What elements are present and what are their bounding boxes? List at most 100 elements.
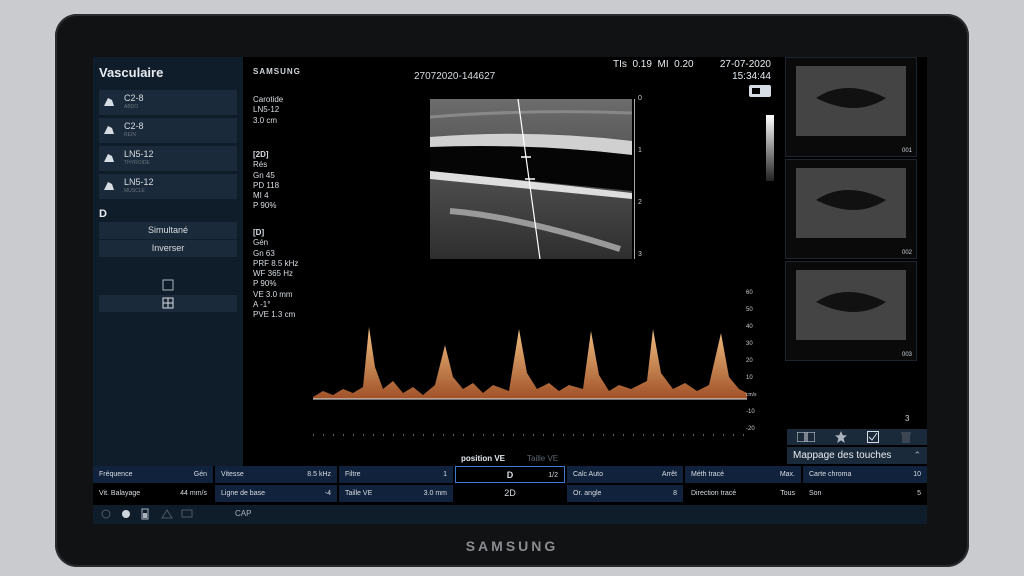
velocity-tick: -10: [746, 409, 755, 415]
star-icon[interactable]: [835, 431, 847, 443]
thumbnail[interactable]: 003: [785, 261, 917, 361]
control-label: Calc Auto: [573, 471, 603, 478]
param-line: PRF 8.5 kHz: [253, 258, 299, 268]
probe-preset: ABDO: [124, 104, 139, 110]
velocity-tick: -20: [746, 426, 755, 432]
speed-control[interactable]: Vitesse 8.5 kHz: [215, 466, 337, 483]
control-label: 2D: [504, 488, 516, 498]
depth-tick: 0: [638, 95, 642, 102]
control-label: Vit. Balayage: [99, 490, 141, 497]
control-label: D: [506, 470, 514, 480]
tab-sample-position[interactable]: position VE: [461, 454, 505, 463]
sweep-speed-control[interactable]: Vit. Balayage 44 mm/s: [93, 485, 213, 502]
control-value: Gén: [193, 471, 207, 478]
ultrasound-screen: Vasculaire C2-8 ABDO C2-8 REIN LN5-12 TH…: [93, 57, 927, 524]
angle-control[interactable]: Or. angle 8: [567, 485, 683, 502]
bmode-image[interactable]: [430, 99, 632, 259]
velocity-tick: 10: [746, 375, 753, 381]
control-value: Tous: [780, 490, 795, 497]
mi-label: MI: [657, 59, 669, 70]
thumbnail-number: 002: [901, 250, 912, 256]
control-value: 8.5 kHz: [307, 471, 331, 478]
param-line: PVE 1.3 cm: [253, 310, 296, 320]
depth-tick: 1: [638, 147, 642, 154]
thermal-index: TIs 0.19 MI 0.20: [613, 59, 694, 70]
simultaneous-button[interactable]: Simultané: [99, 222, 237, 239]
key-mapping-label: Mappage des touches: [793, 450, 892, 461]
tis-label: TIs: [613, 59, 627, 70]
probe-icon: [104, 182, 114, 190]
thumbnail-number: 001: [901, 148, 912, 154]
probe-item[interactable]: LN5-12 MUSCLE: [99, 174, 237, 199]
velocity-tick: 60: [746, 290, 753, 296]
compare-icon[interactable]: [797, 432, 815, 442]
cap-label: CAP: [235, 509, 252, 518]
study-id: 27072020-144627: [414, 71, 496, 82]
probe-icon: [104, 98, 114, 106]
usb-icon: [101, 509, 111, 519]
baseline-control[interactable]: Ligne de base -4: [215, 485, 337, 502]
thumbnail[interactable]: 001: [785, 57, 917, 157]
key-mapping[interactable]: Mappage des touches ⌃: [787, 447, 927, 464]
probe-name: C2-8: [124, 121, 144, 131]
control-label: Taille VE: [345, 490, 373, 497]
control-label: Direction tracé: [691, 490, 737, 497]
velocity-tick: 20: [746, 358, 753, 364]
probe-name: C2-8: [124, 93, 144, 103]
single-layout-button[interactable]: [99, 277, 237, 294]
param-line: Gn 63: [253, 248, 275, 258]
probe-preset: REIN: [124, 132, 136, 138]
thumbnail[interactable]: 002: [785, 159, 917, 259]
sound-control[interactable]: Son 5: [803, 485, 927, 502]
depth-tick: 3: [638, 251, 642, 258]
control-value: 3.0 mm: [423, 490, 447, 497]
depth-scale: 0 1 2 3: [634, 95, 647, 259]
control-label: Carte chroma: [809, 471, 852, 478]
control-value: 8: [673, 490, 677, 497]
thumbnail-toolbar: [787, 429, 927, 445]
date-text: 27-07-2020: [719, 59, 771, 70]
probe-preset: MUSCLE: [124, 188, 145, 194]
quad-layout-button[interactable]: [99, 295, 237, 312]
frequency-control[interactable]: Fréquence Gén: [93, 466, 213, 483]
auto-calc-control[interactable]: Calc Auto Arrêt: [567, 466, 683, 483]
mode-2d-control[interactable]: 2D: [455, 485, 565, 502]
probe-name: LN5-12: [124, 177, 154, 187]
exam-line: LN5-12: [253, 105, 280, 115]
exam-line: 3.0 cm: [253, 115, 278, 125]
invert-button[interactable]: Inverser: [99, 240, 237, 257]
tis-value: 0.19: [632, 59, 652, 70]
trace-method-control[interactable]: Méth tracé Max.: [685, 466, 801, 483]
trash-icon[interactable]: [901, 431, 911, 443]
trace-direction-control[interactable]: Direction tracé Tous: [685, 485, 801, 502]
tab-sample-size[interactable]: Taille VE: [527, 454, 558, 463]
battery-status-icon: [141, 508, 149, 520]
sample-size-control[interactable]: Taille VE 3.0 mm: [339, 485, 453, 502]
control-label: Méth tracé: [691, 471, 725, 478]
preset-title: Vasculaire: [99, 65, 164, 80]
control-value: 5: [917, 490, 921, 497]
filter-control[interactable]: Filtre 1: [339, 466, 453, 483]
doppler-params: [D] Gén Gn 63 PRF 8.5 kHz WF 365 Hz P 90…: [253, 228, 298, 321]
param-line: Gn 45: [253, 170, 275, 180]
depth-tick: 2: [638, 199, 642, 206]
param-line: WF 365 Hz: [253, 269, 294, 279]
sidebar: Vasculaire C2-8 ABDO C2-8 REIN LN5-12 TH…: [93, 57, 243, 467]
samsung-logo: SAMSUNG: [253, 67, 301, 76]
probe-item[interactable]: LN5-12 THYROIDE: [99, 146, 237, 171]
velocity-scale: 60 50 40 30 20 10 cm/s -10 -20: [746, 287, 770, 437]
chroma-map-control[interactable]: Carte chroma 10: [803, 466, 927, 483]
record-icon: [122, 510, 130, 518]
bmode-params: [2D] Rés Gn 45 PD 118 MI 4 P 90%: [253, 150, 279, 212]
chevron-up-icon: ⌃: [913, 450, 921, 460]
probe-item[interactable]: C2-8 ABDO: [99, 90, 237, 115]
probe-item[interactable]: C2-8 REIN: [99, 118, 237, 143]
control-label: Vitesse: [221, 471, 244, 478]
control-value: Arrêt: [661, 471, 677, 478]
mode-d-control[interactable]: D 1/2: [455, 466, 565, 483]
probe-icon: [104, 126, 114, 134]
checkbox-icon[interactable]: [867, 431, 879, 443]
control-value: 44 mm/s: [180, 490, 207, 497]
param-line: P 90%: [253, 201, 277, 211]
doppler-spectrum[interactable]: [313, 285, 753, 445]
